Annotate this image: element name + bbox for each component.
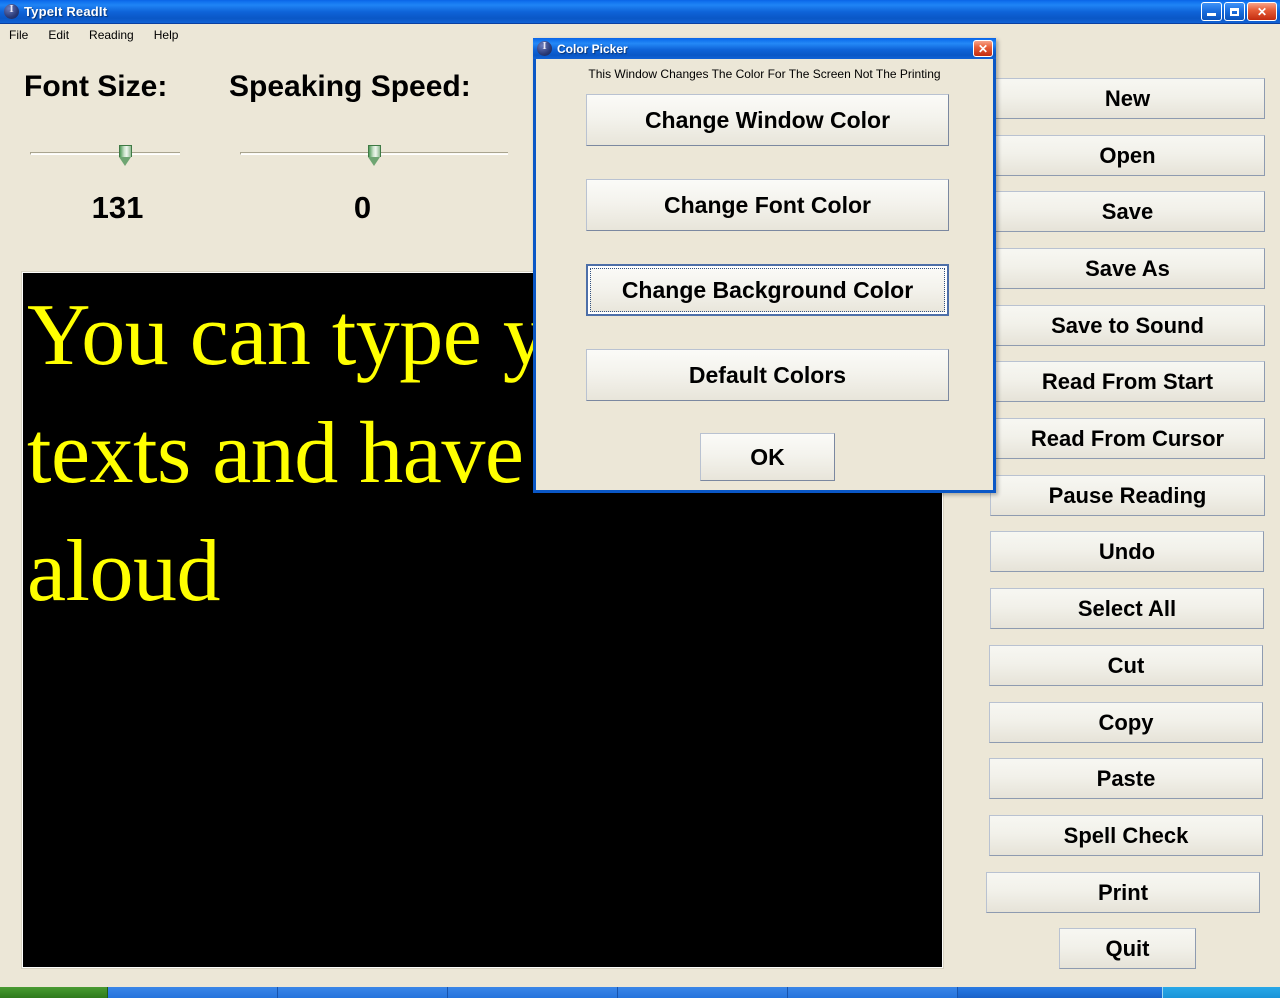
pause-reading-button[interactable]: Pause Reading — [990, 475, 1265, 516]
default-colors-button[interactable]: Default Colors — [586, 349, 949, 401]
menu-item-file[interactable]: File — [6, 27, 31, 43]
speaking-speed-slider[interactable] — [240, 140, 508, 166]
ok-button[interactable]: OK — [700, 433, 835, 481]
color-picker-dialog: Color Picker ✕ This Window Changes The C… — [533, 38, 996, 493]
dialog-close-button[interactable]: ✕ — [973, 40, 993, 57]
window-controls: ✕ — [1201, 2, 1277, 21]
start-button[interactable] — [0, 987, 108, 998]
font-size-value: 131 — [91, 190, 144, 225]
menu-item-help[interactable]: Help — [151, 27, 182, 43]
font-size-label: Font Size: — [24, 70, 168, 103]
cut-button[interactable]: Cut — [989, 645, 1263, 686]
new-button[interactable]: New — [990, 78, 1265, 119]
undo-button[interactable]: Undo — [990, 531, 1264, 572]
speaking-speed-label: Speaking Speed: — [229, 70, 471, 103]
dialog-title: Color Picker — [557, 41, 628, 56]
taskbar-item[interactable] — [108, 987, 278, 998]
save-button[interactable]: Save — [990, 191, 1265, 232]
read-from-start-button[interactable]: Read From Start — [990, 361, 1265, 402]
print-button[interactable]: Print — [986, 872, 1260, 913]
slider-thumb[interactable] — [118, 145, 132, 166]
change-window-color-button[interactable]: Change Window Color — [586, 94, 949, 146]
taskbar-item[interactable] — [448, 987, 618, 998]
restore-icon — [1230, 7, 1239, 16]
window-title: TypeIt ReadIt — [24, 4, 108, 19]
minimize-icon — [1207, 13, 1216, 16]
close-icon: ✕ — [977, 41, 989, 56]
taskbar-tasks — [108, 987, 1280, 998]
change-font-color-button[interactable]: Change Font Color — [586, 179, 949, 231]
spell-check-button[interactable]: Spell Check — [989, 815, 1263, 856]
quit-button[interactable]: Quit — [1059, 928, 1196, 969]
app-window: TypeIt ReadIt ✕ File Edit Reading Help F… — [0, 0, 1280, 998]
copy-button[interactable]: Copy — [989, 702, 1263, 743]
taskbar — [0, 987, 1280, 998]
taskbar-item[interactable] — [618, 987, 788, 998]
select-all-button[interactable]: Select All — [990, 588, 1264, 629]
dialog-note: This Window Changes The Color For The Sc… — [588, 67, 941, 81]
close-icon: ✕ — [1256, 4, 1268, 19]
taskbar-item[interactable] — [278, 987, 448, 998]
save-to-sound-button[interactable]: Save to Sound — [990, 305, 1265, 346]
system-tray[interactable] — [1162, 987, 1280, 998]
menu-item-reading[interactable]: Reading — [86, 27, 137, 43]
app-icon — [4, 3, 19, 19]
speaking-speed-value: 0 — [353, 190, 372, 225]
button-label: Change Background Color — [621, 276, 914, 303]
font-size-slider[interactable] — [30, 140, 180, 166]
paste-button[interactable]: Paste — [989, 758, 1263, 799]
restore-button[interactable] — [1224, 2, 1245, 21]
read-from-cursor-button[interactable]: Read From Cursor — [990, 418, 1265, 459]
taskbar-item[interactable] — [788, 987, 958, 998]
change-background-color-button[interactable]: Change Background Color — [586, 264, 949, 316]
open-button[interactable]: Open — [990, 135, 1265, 176]
dialog-app-icon — [537, 40, 552, 56]
save-as-button[interactable]: Save As — [990, 248, 1265, 289]
dialog-titlebar: Color Picker ✕ — [533, 38, 996, 59]
minimize-button[interactable] — [1201, 2, 1222, 21]
slider-thumb[interactable] — [368, 145, 381, 166]
close-button[interactable]: ✕ — [1247, 2, 1277, 21]
menu-item-edit[interactable]: Edit — [45, 27, 72, 43]
slider-track — [30, 152, 180, 155]
window-titlebar: TypeIt ReadIt ✕ — [0, 0, 1280, 24]
